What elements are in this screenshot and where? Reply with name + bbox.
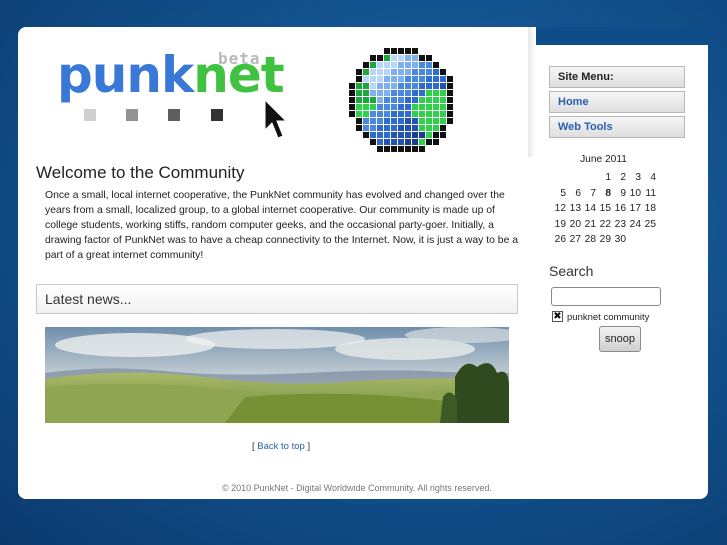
sidebar-top-strip [529, 27, 708, 45]
logo-square-dark [168, 109, 180, 121]
back-to-top-bracket-right: ] [304, 441, 311, 452]
calendar-day[interactable]: 9 [611, 186, 626, 202]
calendar-empty-cell [641, 232, 656, 248]
calendar-day[interactable]: 21 [581, 217, 596, 233]
calendar-week: 5 6 7 8 9 10 11 [551, 186, 656, 202]
calendar-empty-cell [566, 170, 581, 186]
logo-beta-tag: beta [218, 49, 261, 68]
calendar-day[interactable]: 4 [641, 170, 656, 186]
calendar-day[interactable]: 24 [626, 217, 641, 233]
calendar-day[interactable]: 22 [596, 217, 611, 233]
sidebar-item-web-tools[interactable]: Web Tools [549, 116, 685, 138]
calendar-day[interactable]: 19 [551, 217, 566, 233]
calendar-day[interactable]: 12 [551, 201, 566, 217]
site-menu-heading: Site Menu: [549, 66, 685, 88]
calendar-day[interactable]: 26 [551, 232, 566, 248]
logo-square-light [84, 109, 96, 121]
calendar-title: June 2011 [580, 154, 627, 165]
calendar-day[interactable]: 20 [566, 217, 581, 233]
footer-copyright: © 2010 PunkNet - Digital Worldwide Commu… [222, 483, 492, 493]
community-checkbox[interactable]: ✖ [552, 311, 563, 322]
calendar-empty-cell [551, 170, 566, 186]
calendar-day[interactable]: 16 [611, 201, 626, 217]
calendar-day[interactable]: 27 [566, 232, 581, 248]
arrow-cursor-icon [264, 98, 288, 139]
logo-square-mid [126, 109, 138, 121]
calendar-week: 19 20 21 22 23 24 25 [551, 217, 656, 233]
calendar-week: 1234 [551, 170, 656, 186]
intro-paragraph: Once a small, local internet cooperative… [45, 190, 519, 261]
calendar-empty-cell [581, 170, 596, 186]
calendar-day[interactable]: 1 [596, 170, 611, 186]
back-to-top-link[interactable]: Back to top [257, 441, 305, 452]
calendar-week: 12 13 14 15 16 17 18 [551, 201, 656, 217]
page-title: Welcome to the Community [36, 163, 245, 182]
calendar-day[interactable]: 14 [581, 201, 596, 217]
calendar-day[interactable]: 2 [611, 170, 626, 186]
calendar-day[interactable]: 6 [566, 186, 581, 202]
calendar-day[interactable]: 29 [596, 232, 611, 248]
search-heading: Search [549, 263, 594, 279]
logo-square-darkest [211, 109, 223, 121]
calendar: June 2011 1 2 3 4 5 6 7 8 9 10 11 12 13 14 15 16 17 18 19 2… [551, 154, 656, 248]
logo-text-punk: punk [57, 46, 194, 104]
latest-news-box: Latest news... [36, 284, 518, 314]
calendar-day[interactable]: 7 [581, 186, 596, 202]
latest-news-title: Latest news... [45, 291, 132, 307]
calendar-day[interactable]: 28 [581, 232, 596, 248]
calendar-day[interactable]: 18 [641, 201, 656, 217]
community-checkbox-label: punknet community [567, 312, 650, 323]
snoop-button[interactable]: snoop [599, 326, 641, 352]
calendar-day[interactable]: 15 [596, 201, 611, 217]
search-input[interactable] [551, 287, 661, 306]
calendar-day[interactable]: 5 [551, 186, 566, 202]
calendar-day[interactable]: 10 [626, 186, 641, 202]
calendar-day[interactable]: 23 [611, 217, 626, 233]
calendar-day[interactable]: 13 [566, 201, 581, 217]
sidebar-item-home[interactable]: Home [549, 91, 685, 113]
calendar-day[interactable]: 8 [596, 186, 611, 202]
back-to-top: [ Back to top ] [252, 441, 310, 452]
calendar-empty-cell [626, 232, 641, 248]
calendar-grid: 1 2 3 4 5 6 7 8 9 10 11 12 13 14 15 16 17 18 19 20 21 22 23 24 2… [551, 170, 656, 248]
calendar-day[interactable]: 11 [641, 186, 656, 202]
header-divider [528, 27, 536, 157]
pixel-globe-icon [349, 48, 453, 152]
landscape-image [45, 327, 509, 423]
calendar-day[interactable]: 25 [641, 217, 656, 233]
calendar-day[interactable]: 3 [626, 170, 641, 186]
calendar-week: 26 27 28 29 30 [551, 232, 656, 248]
calendar-day[interactable]: 17 [626, 201, 641, 217]
calendar-day[interactable]: 30 [611, 232, 626, 248]
